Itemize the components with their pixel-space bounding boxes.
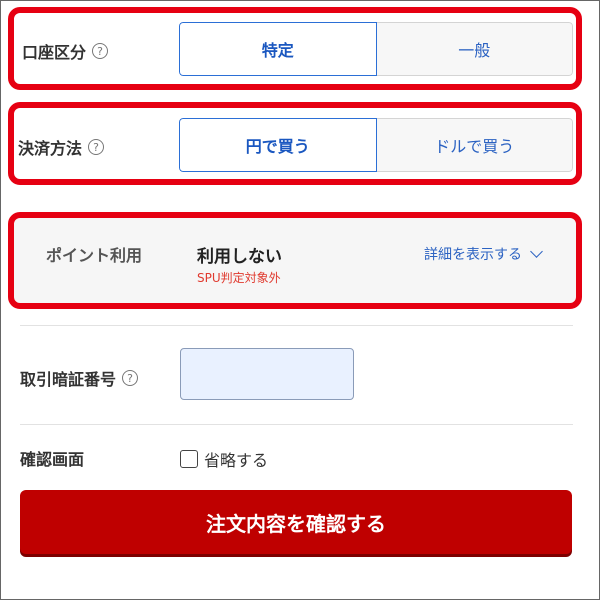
payment-method-toggle: 円で買う ドルで買う: [179, 118, 573, 172]
divider: [20, 424, 573, 425]
payment-option-dollar[interactable]: ドルで買う: [376, 118, 573, 172]
confirm-order-button[interactable]: 注文内容を確認する: [20, 490, 572, 554]
help-icon[interactable]: ?: [92, 43, 109, 59]
skip-confirm-checkbox[interactable]: [180, 450, 198, 468]
spu-note: SPU判定対象外: [197, 271, 281, 285]
points-section: ポイント利用 利用しない SPU判定対象外 詳細を表示する: [8, 212, 582, 309]
show-details-label: 詳細を表示する: [424, 247, 522, 263]
divider: [20, 325, 573, 326]
payment-method-section: 決済方法 ? 円で買う ドルで買う: [8, 102, 582, 185]
payment-method-label: 決済方法: [18, 139, 83, 158]
help-icon[interactable]: ?: [122, 370, 139, 386]
show-details-link[interactable]: 詳細を表示する: [424, 244, 543, 264]
points-label: ポイント利用: [46, 246, 143, 265]
account-type-option-ippan[interactable]: 一般: [376, 22, 573, 76]
account-type-label-wrap: 口座区分 ?: [22, 39, 109, 63]
pin-label-wrap: 取引暗証番号 ?: [20, 366, 139, 390]
help-icon[interactable]: ?: [88, 139, 105, 155]
chevron-down-icon: [530, 245, 543, 258]
confirm-screen-label: 確認画面: [20, 450, 85, 469]
account-type-section: 口座区分 ? 特定 一般: [8, 7, 582, 90]
points-value: 利用しない: [197, 247, 282, 267]
payment-method-label-wrap: 決済方法 ?: [18, 135, 105, 159]
account-type-toggle: 特定 一般: [179, 22, 573, 76]
skip-confirm-label: 省略する: [204, 451, 269, 470]
pin-input[interactable]: [180, 348, 354, 400]
payment-option-yen[interactable]: 円で買う: [179, 118, 377, 172]
pin-label: 取引暗証番号: [20, 370, 117, 389]
skip-confirm-option[interactable]: 省略する: [180, 447, 268, 471]
account-type-option-tokutei[interactable]: 特定: [179, 22, 377, 76]
account-type-label: 口座区分: [22, 43, 87, 62]
